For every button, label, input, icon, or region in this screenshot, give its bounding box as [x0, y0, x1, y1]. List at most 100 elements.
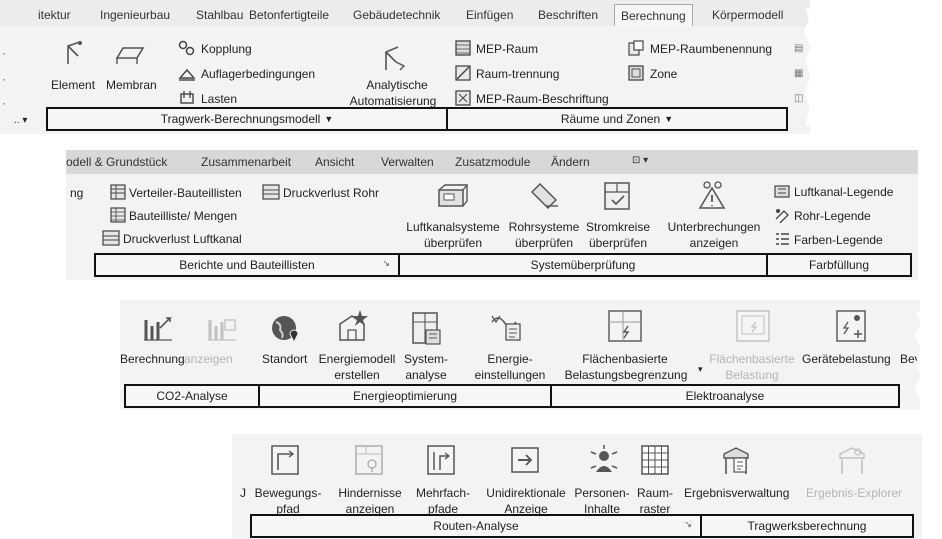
system-analysis-icon[interactable]	[410, 310, 444, 346]
area-load-boundary-label-1[interactable]: Flächenbasierte	[560, 352, 690, 366]
tab-gebaeudetechnik[interactable]: Gebäudetechnik	[353, 8, 440, 22]
panel-tragwerksberechnung[interactable]: Tragwerksberechnung	[700, 514, 914, 538]
circuit-check-icon[interactable]	[602, 180, 632, 212]
tab-verwalten[interactable]: Verwalten	[381, 155, 434, 169]
circuit-check-label-2[interactable]: überprüfen	[580, 236, 656, 250]
pipe-system-check-icon[interactable]	[528, 180, 562, 212]
panel-farbfuellung[interactable]: Farbfüllung	[766, 253, 912, 277]
panel-dropdown-icon[interactable]: .. ▾	[14, 114, 27, 128]
duct-system-check-label-1[interactable]: Luftkanalsysteme	[398, 220, 508, 234]
people-content-icon[interactable]	[588, 444, 620, 476]
tab-berechnung[interactable]: Berechnung	[614, 4, 693, 26]
energy-settings-icon[interactable]	[490, 310, 524, 344]
analytical-automation-label-1[interactable]: Analytische	[357, 78, 437, 92]
one-way-indicator-label-1[interactable]: Unidirektionale	[476, 486, 576, 500]
show-button-disabled: anzeigen	[184, 352, 233, 366]
analytical-automation-label-2[interactable]: Automatisierung	[343, 94, 443, 108]
tab-aendern[interactable]: Ändern	[551, 155, 590, 169]
energy-model-label-2[interactable]: erstellen	[312, 368, 402, 382]
panel-tragwerk-berechnungsmodell[interactable]: Tragwerk-Berechnungsmodell ▼	[46, 107, 448, 131]
coupling-button[interactable]: Kopplung	[201, 42, 252, 56]
contextual-dropdown-icon[interactable]: ⊡ ▾	[632, 155, 648, 166]
collapsed-marker: ·	[2, 72, 6, 86]
distribution-schedule-button[interactable]: Verteiler-Bauteillisten	[129, 186, 242, 200]
tab-koerpermodell[interactable]: Körpermodell	[712, 8, 783, 22]
results-manager-icon[interactable]	[720, 444, 754, 476]
panel-co2-analyse[interactable]: CO2-Analyse	[124, 384, 260, 408]
duct-system-check-icon[interactable]	[436, 182, 468, 210]
equipment-load-button[interactable]: Gerätebelastung	[802, 352, 891, 366]
pipe-legend-button[interactable]: Rohr-Legende	[794, 209, 871, 223]
disconnect-warning-icon[interactable]	[696, 180, 728, 212]
pressure-loss-duct-button[interactable]: Druckverlust Luftkanal	[123, 232, 242, 246]
loads-button[interactable]: Lasten	[201, 92, 237, 106]
multiple-paths-icon[interactable]	[426, 444, 456, 476]
area-load-boundary-label-2[interactable]: Belastungsbegrenzung	[556, 368, 696, 382]
multiple-paths-label-1[interactable]: Mehrfach-	[408, 486, 478, 500]
results-manager-button[interactable]: Ergebnisverwaltung	[684, 486, 789, 500]
disconnect-warning-label-1[interactable]: Unterbrechungen	[664, 220, 764, 234]
membrane-icon[interactable]	[113, 44, 145, 66]
disconnect-warning-label-2[interactable]: anzeigen	[664, 236, 764, 250]
pipe-system-check-label-2[interactable]: überprüfen	[498, 236, 590, 250]
area-load-label-1-disabled: Flächenbasierte	[709, 352, 795, 366]
show-obstacles-icon[interactable]	[354, 444, 384, 476]
mep-space-tag-button[interactable]: MEP-Raum-Beschriftung	[476, 92, 609, 106]
panel-elektroanalyse[interactable]: Elektroanalyse	[550, 384, 900, 408]
collapsed-marker: ·	[2, 96, 6, 110]
spatial-grid-label-1[interactable]: Raum-	[628, 486, 682, 500]
energy-settings-label-2[interactable]: einstellungen	[460, 368, 560, 382]
panel-raeume-und-zonen[interactable]: Räume und Zonen ▼	[446, 107, 788, 131]
zone-button[interactable]: Zone	[650, 67, 677, 81]
element-icon[interactable]	[62, 40, 86, 66]
energy-model-icon[interactable]	[334, 308, 370, 344]
dialog-launcher-icon[interactable]: ↘	[684, 519, 692, 530]
chevron-down-icon[interactable]: ▾	[698, 362, 703, 376]
panel-systempruefung[interactable]: Systemüberprüfung	[398, 253, 768, 277]
panel-berichte-bauteillisten[interactable]: Berichte und Bauteillisten ↘	[94, 253, 400, 277]
one-way-indicator-icon[interactable]	[510, 444, 540, 476]
results-explorer-icon-disabled	[836, 444, 870, 476]
energy-model-label-1[interactable]: Energiemodell	[312, 352, 402, 366]
tab-architektur[interactable]: itektur	[38, 8, 71, 22]
panel-routen-analyse[interactable]: Routen-Analyse ↘	[250, 514, 702, 538]
tab-zusammenarbeit[interactable]: Zusammenarbeit	[201, 155, 291, 169]
calculation-button[interactable]: Berechnung	[120, 352, 185, 366]
area-load-boundary-icon[interactable]	[606, 308, 644, 344]
location-button[interactable]: Standort	[262, 352, 307, 366]
circuit-check-label-1[interactable]: Stromkreise	[580, 220, 656, 234]
panel-energieoptimierung[interactable]: Energieoptimierung	[258, 384, 552, 408]
co2-chart-icon[interactable]	[142, 312, 174, 344]
space-separator-button[interactable]: Raum-trennung	[476, 67, 559, 81]
duct-system-check-label-2[interactable]: überprüfen	[398, 236, 508, 250]
tab-beschriften[interactable]: Beschriften	[538, 8, 598, 22]
tab-zusatzmodule[interactable]: Zusatzmodule	[455, 155, 530, 169]
path-of-travel-label-1[interactable]: Bewegungs-	[252, 486, 324, 500]
path-of-travel-icon[interactable]	[270, 444, 300, 476]
tab-ingenieurbau[interactable]: Ingenieurbau	[100, 8, 170, 22]
tab-ansicht[interactable]: Ansicht	[315, 155, 354, 169]
location-globe-icon[interactable]	[270, 312, 302, 344]
tab-betonfertigteile[interactable]: Betonfertigteile	[249, 8, 329, 22]
support-conditions-button[interactable]: Auflagerbedingungen	[201, 67, 315, 81]
energy-settings-label-1[interactable]: Energie-	[460, 352, 560, 366]
equipment-load-icon[interactable]	[834, 308, 868, 344]
system-analysis-label-1[interactable]: System-	[396, 352, 456, 366]
dialog-launcher-icon[interactable]: ↘	[382, 258, 390, 269]
mep-space-button[interactable]: MEP-Raum	[476, 42, 538, 56]
analytical-automation-icon[interactable]	[380, 42, 408, 72]
duct-legend-button[interactable]: Luftkanal-Legende	[794, 185, 893, 199]
tab-einfuegen[interactable]: Einfügen	[466, 8, 513, 22]
mep-space-naming-button[interactable]: MEP-Raumbenennung	[650, 42, 772, 56]
system-analysis-label-2[interactable]: analyse	[396, 368, 456, 382]
tab-stahlbau[interactable]: Stahlbau	[196, 8, 243, 22]
schedule-quantities-button[interactable]: Bauteilliste/ Mengen	[129, 209, 237, 223]
element-button[interactable]: Element	[51, 78, 95, 92]
pipe-system-check-label-1[interactable]: Rohrsysteme	[498, 220, 590, 234]
tab-modell-grundstueck[interactable]: odell & Grundstück	[66, 155, 167, 169]
membrane-button[interactable]: Membran	[106, 78, 157, 92]
spatial-grid-icon[interactable]	[640, 444, 670, 476]
show-obstacles-label-1[interactable]: Hindernisse	[330, 486, 410, 500]
pressure-loss-pipe-button[interactable]: Druckverlust Rohr	[283, 186, 379, 200]
color-legend-button[interactable]: Farben-Legende	[794, 233, 883, 247]
